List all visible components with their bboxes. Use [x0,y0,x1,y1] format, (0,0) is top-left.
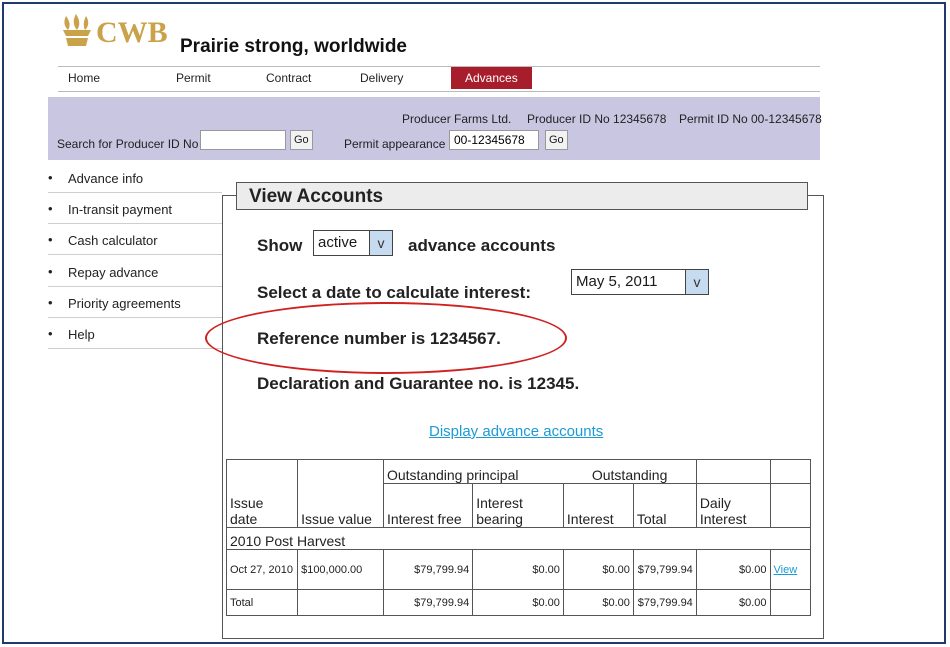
sidebar-divider [48,286,222,287]
nav-delivery[interactable]: Delivery [360,67,403,89]
page-title: View Accounts [249,186,384,207]
col-interest: Interest [562,483,634,528]
sidebar-item-label: Priority agreements [68,296,181,311]
table-row: Oct 27, 2010 $100,000.00 $79,799.94 $0.0… [225,549,812,590]
sidebar-divider [48,254,222,255]
search-go-button[interactable]: Go [290,130,313,150]
cell-total-total: $79,799.94 [632,589,697,616]
bullet: • [48,201,53,216]
wheat-icon [63,14,91,46]
interest-date-select[interactable]: May 5, 2011 v [571,269,709,295]
search-label: Search for Producer ID No [57,137,199,151]
sidebar-divider [48,317,222,318]
accounts-table: Issue date Issue value Outstanding princ… [225,459,812,616]
permit-appearance-label: Permit appearance [344,137,446,151]
logo-text: CWB [96,16,168,49]
sidebar-item-label: Repay advance [68,265,159,280]
chevron-down-icon: v [369,231,392,255]
sidebar-divider [48,223,222,224]
declaration-number: Declaration and Guarantee no. is 12345. [257,374,580,393]
cell-action: View [769,549,812,590]
cell-total-interest-bearing: $0.00 [472,589,564,616]
col-total: Total [632,483,697,528]
cell-total-interest-free: $79,799.94 [382,589,474,616]
col-interest-bearing: Interest bearing [472,483,564,528]
cell-issue-value: $100,000.00 [297,549,384,590]
group-empty-cell [769,459,812,484]
col-issue-value: Issue value [297,459,384,528]
permit-go-button[interactable]: Go [545,130,568,150]
group-outstanding-principal: Outstanding principal [382,459,564,484]
sidebar-divider [48,348,222,349]
nav-permit[interactable]: Permit [176,67,211,89]
bullet: • [48,170,53,185]
chevron-down-icon: v [685,270,708,294]
producer-farm-name: Producer Farms Ltd. [402,112,512,126]
group-empty-cell [695,459,771,484]
view-link[interactable]: View [774,564,798,576]
select-value: May 5, 2011 [576,273,658,290]
nav-home[interactable]: Home [68,67,100,89]
panel-header: View Accounts [236,182,808,210]
table-section-row: 2010 Post Harvest [226,527,811,550]
bullet: • [48,264,53,279]
bullet: • [48,232,53,247]
bullet: • [48,326,53,341]
top-nav: Home Permit Contract Delivery Advances [58,66,820,92]
cell-interest: $0.00 [562,549,634,590]
sidebar-divider [48,192,222,193]
producer-search-input[interactable] [200,130,286,150]
show-label: Show [257,236,303,255]
cell-total: $79,799.94 [632,549,697,590]
date-label: Select a date to calculate interest: [257,283,531,302]
cell-total-interest: $0.00 [562,589,634,616]
sidebar-item-label: Advance info [68,171,144,186]
group-outstanding: Outstanding [563,459,697,484]
producer-id: Producer ID No 12345678 [527,112,667,126]
cell-daily-interest: $0.00 [695,549,771,590]
cell-interest-bearing: $0.00 [472,549,564,590]
permit-id: Permit ID No 00-12345678 [679,112,822,126]
bullet: • [48,295,53,310]
sidebar-item-label: Help [68,327,95,342]
cell-empty [769,589,812,616]
nav-contract[interactable]: Contract [266,67,311,89]
select-value: active [318,234,358,251]
col-interest-free: Interest free [382,483,474,528]
col-issue-date: Issue date [225,459,299,528]
sidebar-item-label: In-transit payment [68,202,173,217]
cwb-logo: CWB [60,14,168,48]
display-accounts-link[interactable]: Display advance accounts [429,423,603,440]
col-daily-interest: Daily Interest [695,483,771,528]
permit-appearance-input[interactable] [449,130,539,150]
cell-interest-free: $79,799.94 [382,549,474,590]
show-suffix-label: advance accounts [408,236,556,255]
highlight-ellipse [205,302,567,374]
tagline: Prairie strong, worldwide [180,36,407,57]
table-total-row: Total $79,799.94 $0.00 $0.00 $79,799.94 … [225,589,812,616]
nav-advances[interactable]: Advances [451,67,532,89]
cell-issue-date: Oct 27, 2010 [225,549,299,590]
col-action [769,483,812,528]
cell-empty [297,589,384,616]
account-status-select[interactable]: active v [313,230,393,256]
cell-total-daily-interest: $0.00 [695,589,771,616]
sidebar-item-label: Cash calculator [68,233,158,248]
cell-total-label: Total [225,589,299,616]
table-group-header-row: Issue date Issue value Outstanding princ… [225,459,812,528]
section-label: 2010 Post Harvest [226,527,811,550]
